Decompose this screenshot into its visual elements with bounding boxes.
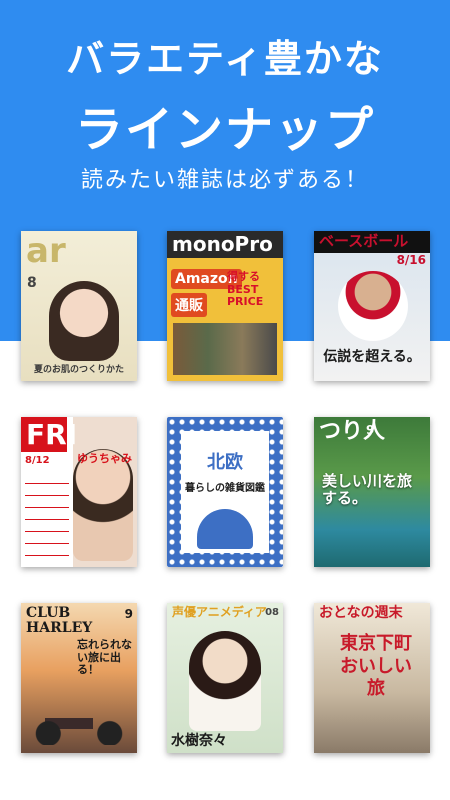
magazine-cover-friday[interactable]: FRI 8/12 ゆうちゃみ (21, 417, 137, 567)
magazine-cover-baseball[interactable]: ベースボール 8/16 伝説を超える。 (314, 231, 430, 381)
magazine-cover-animedia[interactable]: 声優アニメディア 08 水樹奈々 (167, 603, 283, 753)
cover-photo (338, 271, 408, 341)
magazine-masthead: CLUB HARLEY (26, 605, 93, 636)
magazine-masthead: FRI (21, 417, 77, 453)
cover-badge: 通販 (171, 293, 207, 317)
magazine-masthead: おとなの週末 (319, 605, 403, 621)
issue-number: 8/12 (25, 455, 50, 466)
issue-number: 8 (27, 275, 37, 291)
magazine-masthead: ar (26, 231, 66, 271)
cover-photo (49, 281, 119, 361)
cover-caption: ゆうちゃみ (77, 452, 132, 465)
cover-caption: 美しい川を旅する。 (322, 472, 413, 508)
issue-number: 9 (366, 423, 375, 437)
magazine-grid: ar 8 夏のお肌のつくりかた monoPro Amazon 通販 得する BE… (0, 0, 450, 800)
magazine-cover-hokuo[interactable]: 北欧 暮らしの雑貨図鑑 (167, 417, 283, 567)
magazine-masthead: monoPro (167, 231, 283, 258)
cover-photo (73, 449, 133, 561)
cover-headlines (25, 477, 69, 557)
cover-photo (189, 631, 261, 731)
cover-caption: 伝説を超える。 (323, 348, 421, 365)
cover-caption: 水樹奈々 (171, 732, 227, 749)
motorcycle-photo (31, 707, 127, 745)
cover-caption: 得する BEST PRICE (227, 270, 264, 309)
issue-number: 9 (124, 607, 133, 621)
magazine-masthead: ベースボール (314, 231, 430, 253)
magazine-cover-tsuribito[interactable]: つり人 9 美しい川を旅する。 (314, 417, 430, 567)
cover-caption: 東京下町 おいしい旅 (340, 633, 412, 699)
cover-caption: 夏のお肌のつくりかた (33, 364, 124, 375)
magazine-masthead: 北欧 (207, 452, 243, 473)
cover-caption: 暮らしの雑貨図鑑 (185, 483, 265, 494)
issue-number: 8/16 (396, 253, 426, 267)
magazine-cover-ar[interactable]: ar 8 夏のお肌のつくりかた (21, 231, 137, 381)
magazine-cover-otona-no-shumatsu[interactable]: おとなの週末 東京下町 おいしい旅 (314, 603, 430, 753)
magazine-cover-club-harley[interactable]: CLUB HARLEY 9 忘れられない旅に出る！ (21, 603, 137, 753)
cover-caption: 忘れられない旅に出る！ (77, 638, 132, 677)
cover-photo (173, 323, 277, 375)
issue-number: 08 (265, 607, 279, 618)
magazine-cover-monopro[interactable]: monoPro Amazon 通販 得する BEST PRICE (167, 231, 283, 381)
